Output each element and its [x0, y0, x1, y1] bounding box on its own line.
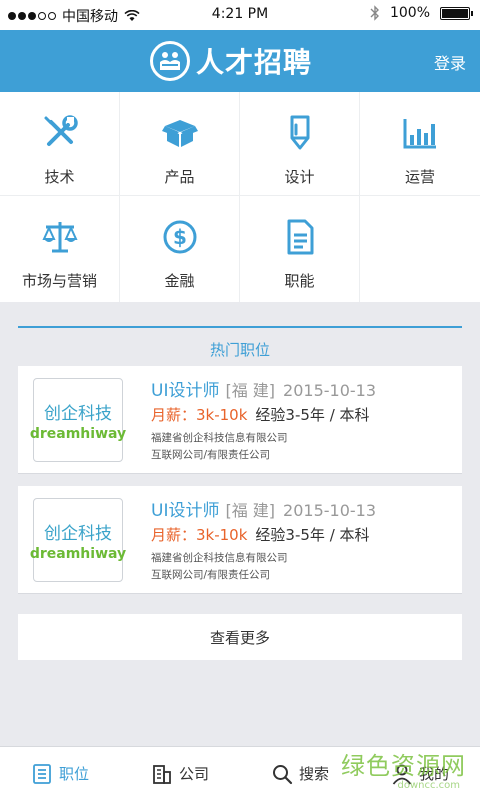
app-title: 人才招聘 [196, 46, 313, 79]
job-title: UI设计师 [151, 501, 220, 521]
login-button[interactable]: 登录 [434, 50, 466, 74]
category-product[interactable]: 产品 [120, 92, 240, 196]
job-title-row: UI设计师 [福 建] 2015-10-13 [151, 376, 376, 401]
status-bar: 中国移动 4:21 PM 100% [0, 0, 480, 30]
tab-label: 搜索 [298, 765, 329, 783]
job-salary: 月薪：3k-10k [151, 406, 248, 424]
job-company-info: 福建省创企科技信息有限公司 互联网公司/有限责任公司 [151, 430, 288, 464]
category-label: 职能 [284, 272, 315, 290]
logo-cn-text: 创企科技 [44, 403, 112, 424]
category-label: 市场与营销 [21, 272, 97, 290]
category-label: 金融 [164, 272, 195, 290]
wrench-screwdriver-icon [44, 115, 78, 146]
category-finance[interactable]: $ 金融 [120, 196, 240, 302]
category-label: 运营 [404, 168, 435, 186]
building-icon [153, 764, 171, 784]
category-operations[interactable]: 运营 [360, 92, 480, 196]
battery-percent: 100% [389, 5, 430, 21]
company-name: 福建省创企科技信息有限公司 [151, 552, 288, 564]
tab-company[interactable]: 公司 [120, 747, 240, 800]
tab-jobs[interactable]: 职位 [0, 747, 120, 800]
company-type: 互联网公司/有限责任公司 [151, 569, 271, 581]
job-title-row: UI设计师 [福 建] 2015-10-13 [151, 496, 376, 521]
status-right: 100% [370, 5, 473, 21]
job-experience: 经验3-5年 / 本科 [255, 406, 370, 424]
see-more-button[interactable]: 查看更多 [18, 614, 462, 660]
category-label: 技术 [44, 168, 75, 186]
category-marketing[interactable]: 市场与营销 [0, 196, 120, 302]
logo-cn-text: 创企科技 [44, 523, 112, 544]
job-experience: 经验3-5年 / 本科 [255, 526, 370, 544]
company-name: 福建省创企科技信息有限公司 [151, 432, 288, 444]
job-location: [福 建] [225, 501, 276, 520]
pen-icon [290, 115, 309, 150]
tab-label: 公司 [178, 765, 209, 783]
list-icon [33, 763, 51, 784]
section-title: 热门职位 [209, 341, 270, 359]
job-salary: 月薪：3k-10k [151, 526, 248, 544]
category-empty [360, 196, 480, 302]
bluetooth-icon [370, 5, 379, 21]
job-date: 2015-10-13 [283, 381, 377, 400]
job-card[interactable]: 创企科技 dreamhiway UI设计师 [福 建] 2015-10-13 月薪：… [18, 486, 462, 594]
dollar-coin-icon: $ [163, 220, 196, 254]
job-location: [福 建] [225, 381, 276, 400]
box-icon [161, 120, 198, 147]
svg-text:$: $ [173, 225, 187, 249]
job-date: 2015-10-13 [283, 501, 377, 520]
category-label: 设计 [284, 168, 315, 186]
battery-icon [440, 6, 473, 20]
category-design[interactable]: 设计 [240, 92, 360, 196]
category-grid: 技术 产品 设计 运营 市场与营销 $ 金融 职能 [0, 92, 480, 302]
app-header: 人才招聘 登录 [0, 30, 480, 92]
watermark-url: downcc.com [397, 780, 460, 791]
logo-en-text: dreamhiway [29, 545, 127, 562]
job-salary-row: 月薪：3k-10k 经验3-5年 / 本科 [151, 524, 370, 545]
document-icon [287, 219, 313, 255]
brand: 人才招聘 [150, 40, 312, 82]
balance-scale-icon [41, 222, 78, 253]
hot-jobs-section: 热门职位 [18, 326, 462, 360]
brand-logo-icon [150, 41, 190, 81]
job-salary-row: 月薪：3k-10k 经验3-5年 / 本科 [151, 404, 370, 425]
company-type: 互联网公司/有限责任公司 [151, 449, 271, 461]
watermark: 绿色资源网 [341, 752, 466, 780]
job-card[interactable]: 创企科技 dreamhiway UI设计师 [福 建] 2015-10-13 月薪：… [18, 366, 462, 474]
job-title: UI设计师 [151, 381, 220, 401]
bar-chart-icon [403, 119, 436, 149]
logo-en-text: dreamhiway [29, 425, 127, 442]
category-label: 产品 [164, 168, 195, 186]
category-tech[interactable]: 技术 [0, 92, 120, 196]
search-icon [272, 764, 293, 784]
section-divider [18, 326, 462, 328]
tab-label: 职位 [58, 765, 89, 783]
job-company-info: 福建省创企科技信息有限公司 互联网公司/有限责任公司 [151, 550, 288, 584]
company-logo: 创企科技 dreamhiway [29, 498, 127, 582]
company-logo: 创企科技 dreamhiway [29, 378, 127, 462]
category-function[interactable]: 职能 [240, 196, 360, 302]
